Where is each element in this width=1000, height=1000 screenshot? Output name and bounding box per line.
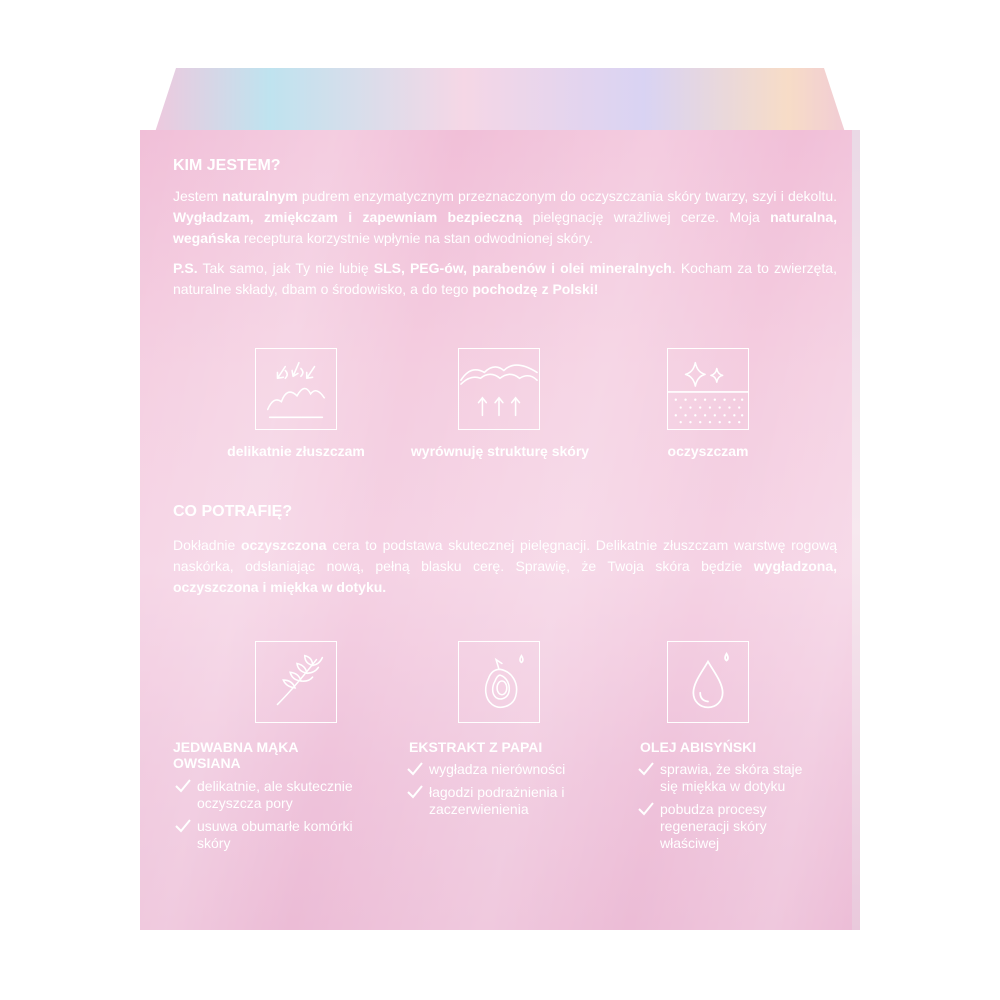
body-text: pielęgnację wrażliwej cerze. Moja bbox=[522, 209, 771, 225]
ingredient-benefits-oil: sprawia, że skóra staje się miękka w dot… bbox=[638, 761, 818, 858]
emphasis-text: naturalnym bbox=[222, 188, 298, 204]
list-item: delikatnie, ale skutecznie oczyszcza por… bbox=[175, 778, 365, 812]
sparkle-clean-icon bbox=[667, 348, 749, 430]
check-icon bbox=[175, 819, 191, 833]
body-text: Dokładnie bbox=[173, 537, 241, 553]
ingredient-title-oat: JEDWABNA MĄKA OWSIANA bbox=[173, 739, 298, 771]
emphasis-text: oczyszczona bbox=[240, 537, 327, 553]
list-item: sprawia, że skóra staje się miękka w dot… bbox=[638, 761, 818, 795]
kim-heading: KIM JESTEM? bbox=[173, 157, 281, 174]
ps-paragraph: P.S. Tak samo, jak Ty nie lubię SLS, PEG… bbox=[173, 258, 837, 300]
papaya-icon bbox=[458, 641, 540, 723]
list-item: wygładza nierówności bbox=[407, 761, 607, 778]
feature-label-clean: oczyszczam bbox=[667, 443, 749, 459]
ingredient-title-papaya: EKSTRAKT Z PAPAI bbox=[409, 739, 543, 755]
ingredient-benefits-oat: delikatnie, ale skutecznie oczyszcza por… bbox=[175, 778, 365, 858]
check-icon bbox=[638, 802, 654, 816]
list-item: pobudza procesy regeneracji skóry właści… bbox=[638, 801, 818, 852]
check-icon bbox=[175, 779, 191, 793]
body-text: Tak samo, jak Ty nie lubię bbox=[197, 260, 374, 276]
emphasis-text: pochodzę z Polski! bbox=[472, 281, 599, 297]
ingredient-title-oil: OLEJ ABISYŃSKI bbox=[640, 739, 757, 755]
kim-paragraph: Jestem naturalnym pudrem enzymatycznym p… bbox=[173, 186, 837, 249]
check-icon bbox=[638, 762, 654, 776]
body-text: Jestem bbox=[173, 188, 223, 204]
emphasis-text: Wygładzam, zmiękczam i zapewniam bezpiec… bbox=[173, 209, 523, 225]
package-edge bbox=[852, 130, 860, 930]
body-text: receptura korzystnie wpłynie na stan odw… bbox=[239, 230, 593, 246]
body-text: pudrem enzymatycznym przeznaczonym do oc… bbox=[297, 188, 837, 204]
co-heading: CO POTRAFIĘ? bbox=[173, 503, 293, 520]
list-item: łagodzi podrażnienia i zaczerwienienia bbox=[407, 784, 607, 818]
feature-label-structure: wyrównuję strukturę skóry bbox=[410, 443, 590, 459]
skin-structure-icon bbox=[458, 348, 540, 430]
co-paragraph: Dokładnie oczyszczona cera to podstawa s… bbox=[173, 535, 837, 598]
exfoliation-icon bbox=[255, 348, 337, 430]
list-item: usuwa obumarłe komórki skóry bbox=[175, 818, 365, 852]
emphasis-text: SLS, PEG-ów, parabenów i olei mineralnyc… bbox=[373, 260, 672, 276]
oat-icon bbox=[255, 641, 337, 723]
ingredient-benefits-papaya: wygładza nierówności łagodzi podrażnieni… bbox=[407, 761, 607, 824]
check-icon bbox=[407, 785, 423, 799]
check-icon bbox=[407, 762, 423, 776]
emphasis-text: P.S. bbox=[173, 260, 198, 276]
oil-drop-icon bbox=[667, 641, 749, 723]
